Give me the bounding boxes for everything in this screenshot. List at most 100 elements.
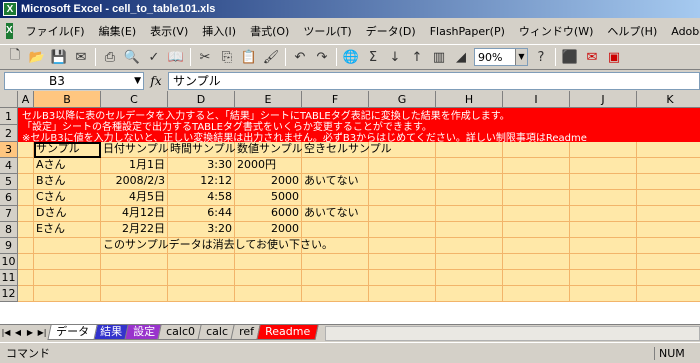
first-sheet-icon[interactable]: |◀ (0, 326, 12, 340)
cell[interactable] (503, 222, 570, 238)
save-icon[interactable]: 💾 (48, 46, 70, 68)
cell[interactable] (369, 270, 436, 286)
column-header-H[interactable]: H (436, 91, 503, 108)
open-folder-icon[interactable]: 📂 (26, 46, 48, 68)
row-header-12[interactable]: 12 (0, 286, 18, 302)
cell[interactable] (18, 222, 34, 238)
cell[interactable] (302, 286, 369, 302)
cell[interactable] (436, 286, 503, 302)
data-cell[interactable]: 1月1日 (101, 158, 168, 174)
name-box[interactable]: B3 ▼ (4, 71, 144, 90)
menu-help[interactable]: ヘルプ(H) (600, 21, 664, 41)
menu-insert[interactable]: 挿入(I) (195, 21, 243, 41)
redo-icon[interactable]: ↷ (311, 46, 333, 68)
cell[interactable] (503, 190, 570, 206)
data-cell[interactable]: 6:44 (168, 206, 235, 222)
pdf-convert-icon[interactable]: ⬛ (559, 46, 581, 68)
menu-window[interactable]: ウィンドウ(W) (512, 21, 600, 41)
cell[interactable] (18, 286, 34, 302)
cell[interactable] (570, 238, 637, 254)
data-cell[interactable]: 2000 (235, 174, 302, 190)
note-cell[interactable]: このサンプルデータは消去してお使い下さい。 (101, 238, 333, 254)
cell[interactable] (34, 286, 101, 302)
print-preview-icon[interactable]: 🔍 (121, 46, 143, 68)
research-icon[interactable]: 📖 (165, 46, 187, 68)
sort-ascending-icon[interactable]: ↓ (384, 46, 406, 68)
copy-icon[interactable]: ⎘ (216, 46, 238, 68)
cell[interactable] (570, 206, 637, 222)
worksheet-grid[interactable]: A B C D E F G H I J K 1 2 3 4 5 6 7 8 9 10 11 12 セルB3以降に表のセルデータ… (0, 91, 700, 324)
cell[interactable] (369, 254, 436, 270)
data-cell[interactable]: あいてない (302, 206, 369, 222)
row-header-7[interactable]: 7 (0, 206, 18, 222)
row-header-10[interactable]: 10 (0, 254, 18, 270)
cell[interactable] (369, 286, 436, 302)
cell[interactable] (637, 222, 700, 238)
data-cell[interactable]: Aさん (34, 158, 101, 174)
cell[interactable] (570, 174, 637, 190)
data-cell[interactable] (302, 222, 369, 238)
data-cell[interactable]: Dさん (34, 206, 101, 222)
cell[interactable] (34, 270, 101, 286)
column-header-C[interactable]: C (101, 91, 168, 108)
autosum-icon[interactable]: Σ (362, 46, 384, 68)
data-cell[interactable]: 2008/2/3 (101, 174, 168, 190)
horizontal-scrollbar[interactable] (324, 325, 700, 341)
row-header-5[interactable]: 5 (0, 174, 18, 190)
cell[interactable] (637, 158, 700, 174)
cell[interactable] (570, 158, 637, 174)
cell[interactable] (503, 206, 570, 222)
cell[interactable] (18, 238, 34, 254)
row-header-9[interactable]: 9 (0, 238, 18, 254)
cell[interactable] (18, 190, 34, 206)
cell[interactable] (369, 222, 436, 238)
prev-sheet-icon[interactable]: ◀ (12, 326, 24, 340)
cell[interactable] (503, 286, 570, 302)
menu-tools[interactable]: ツール(T) (296, 21, 358, 41)
cell[interactable] (436, 174, 503, 190)
tab-calc0[interactable]: calc0 (157, 325, 204, 340)
cell[interactable] (637, 254, 700, 270)
cell[interactable] (369, 174, 436, 190)
column-header-G[interactable]: G (369, 91, 436, 108)
cell[interactable] (235, 254, 302, 270)
cell[interactable] (570, 254, 637, 270)
data-cell[interactable]: Cさん (34, 190, 101, 206)
menu-adobe[interactable]: Adobe (664, 23, 700, 40)
fx-icon[interactable]: fx (144, 74, 168, 88)
data-cell[interactable]: 6000 (235, 206, 302, 222)
header-cell[interactable]: 時間サンプル (168, 142, 236, 158)
cell[interactable] (101, 286, 168, 302)
workbook-icon[interactable]: X (6, 23, 13, 39)
header-cell[interactable]: 数値サンプル (235, 142, 303, 158)
cell[interactable] (436, 254, 503, 270)
column-header-K[interactable]: K (637, 91, 700, 108)
drawing-icon[interactable]: ◢ (450, 46, 472, 68)
tab-readme[interactable]: Readme (256, 325, 319, 340)
cell[interactable] (436, 270, 503, 286)
cell[interactable] (637, 190, 700, 206)
cell[interactable] (503, 158, 570, 174)
cell[interactable] (18, 174, 34, 190)
paste-icon[interactable]: 📋 (238, 46, 260, 68)
zoom-select[interactable]: 90% ▼ (474, 48, 528, 66)
row-header-6[interactable]: 6 (0, 190, 18, 206)
cell[interactable] (503, 254, 570, 270)
cell[interactable] (436, 238, 503, 254)
cell[interactable] (18, 206, 34, 222)
cell[interactable] (369, 158, 436, 174)
data-cell[interactable] (302, 190, 369, 206)
row-header-4[interactable]: 4 (0, 158, 18, 174)
chevron-down-icon[interactable]: ▼ (515, 49, 527, 65)
hyperlink-icon[interactable]: 🌐 (340, 46, 362, 68)
data-cell[interactable]: 4月12日 (101, 206, 168, 222)
data-cell[interactable]: Eさん (34, 222, 101, 238)
help-icon[interactable]: ? (530, 46, 552, 68)
cell[interactable] (18, 158, 34, 174)
cell[interactable] (637, 206, 700, 222)
column-header-F[interactable]: F (302, 91, 369, 108)
row-header-3[interactable]: 3 (0, 142, 18, 158)
cell[interactable] (637, 238, 700, 254)
pdf-review-icon[interactable]: ▣ (603, 46, 625, 68)
print-icon[interactable]: ⎙ (99, 46, 121, 68)
